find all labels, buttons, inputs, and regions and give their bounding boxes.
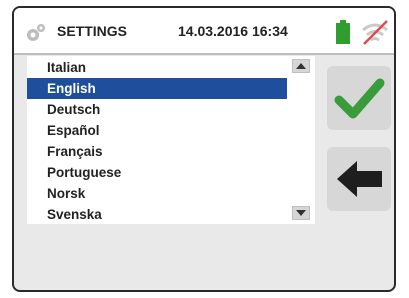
back-arrow-icon xyxy=(337,161,382,197)
confirm-button[interactable] xyxy=(327,66,391,130)
language-list[interactable]: Italian English Deutsch Español Français… xyxy=(27,56,287,224)
list-item-selected[interactable]: English xyxy=(27,78,287,99)
back-button[interactable] xyxy=(327,147,391,211)
list-item[interactable]: Norsk xyxy=(27,183,287,204)
list-item[interactable]: Español xyxy=(27,120,287,141)
list-item[interactable]: Portuguese xyxy=(27,162,287,183)
list-scrollbar[interactable] xyxy=(287,56,315,224)
list-item[interactable]: Français xyxy=(27,141,287,162)
header-bar: SETTINGS 14.03.2016 16:34 xyxy=(14,8,394,55)
settings-screen: SETTINGS 14.03.2016 16:34 Italian Englis… xyxy=(12,6,396,292)
chevron-up-icon xyxy=(296,63,306,69)
date-time: 14.03.2016 16:34 xyxy=(178,23,288,39)
wifi-off-icon xyxy=(360,18,390,46)
scroll-down-button[interactable] xyxy=(292,206,310,220)
scroll-up-button[interactable] xyxy=(292,59,310,73)
check-icon xyxy=(334,78,385,119)
battery-icon xyxy=(335,20,351,44)
list-item[interactable]: Italian xyxy=(27,57,287,78)
chevron-down-icon xyxy=(296,210,306,216)
gear-icon xyxy=(24,21,48,45)
page-title: SETTINGS xyxy=(57,23,128,39)
list-item[interactable]: Svenska xyxy=(27,204,287,225)
list-item[interactable]: Deutsch xyxy=(27,99,287,120)
